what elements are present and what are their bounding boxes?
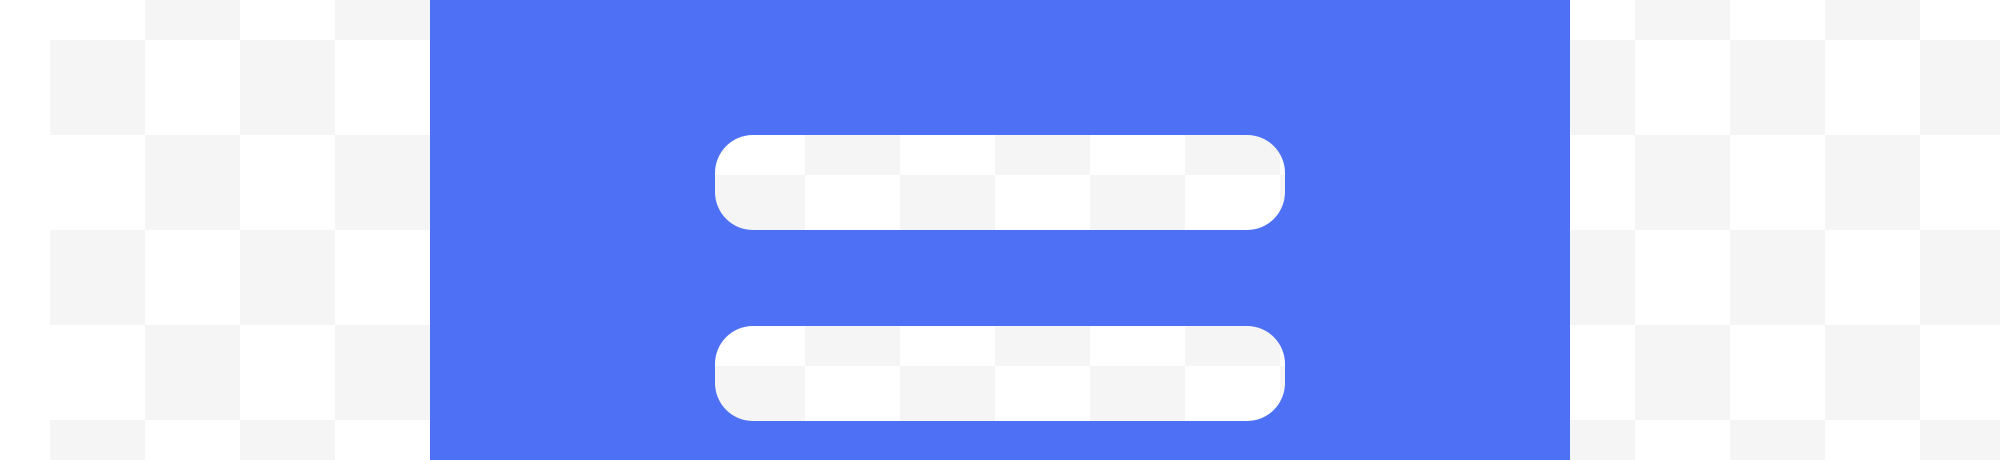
- image-canvas: [0, 0, 2000, 460]
- menu-bar-bottom: [715, 326, 1285, 421]
- menu-icon: [430, 0, 1570, 460]
- menu-bar-top: [715, 135, 1285, 230]
- transparency-grid-right: [1540, 0, 2000, 460]
